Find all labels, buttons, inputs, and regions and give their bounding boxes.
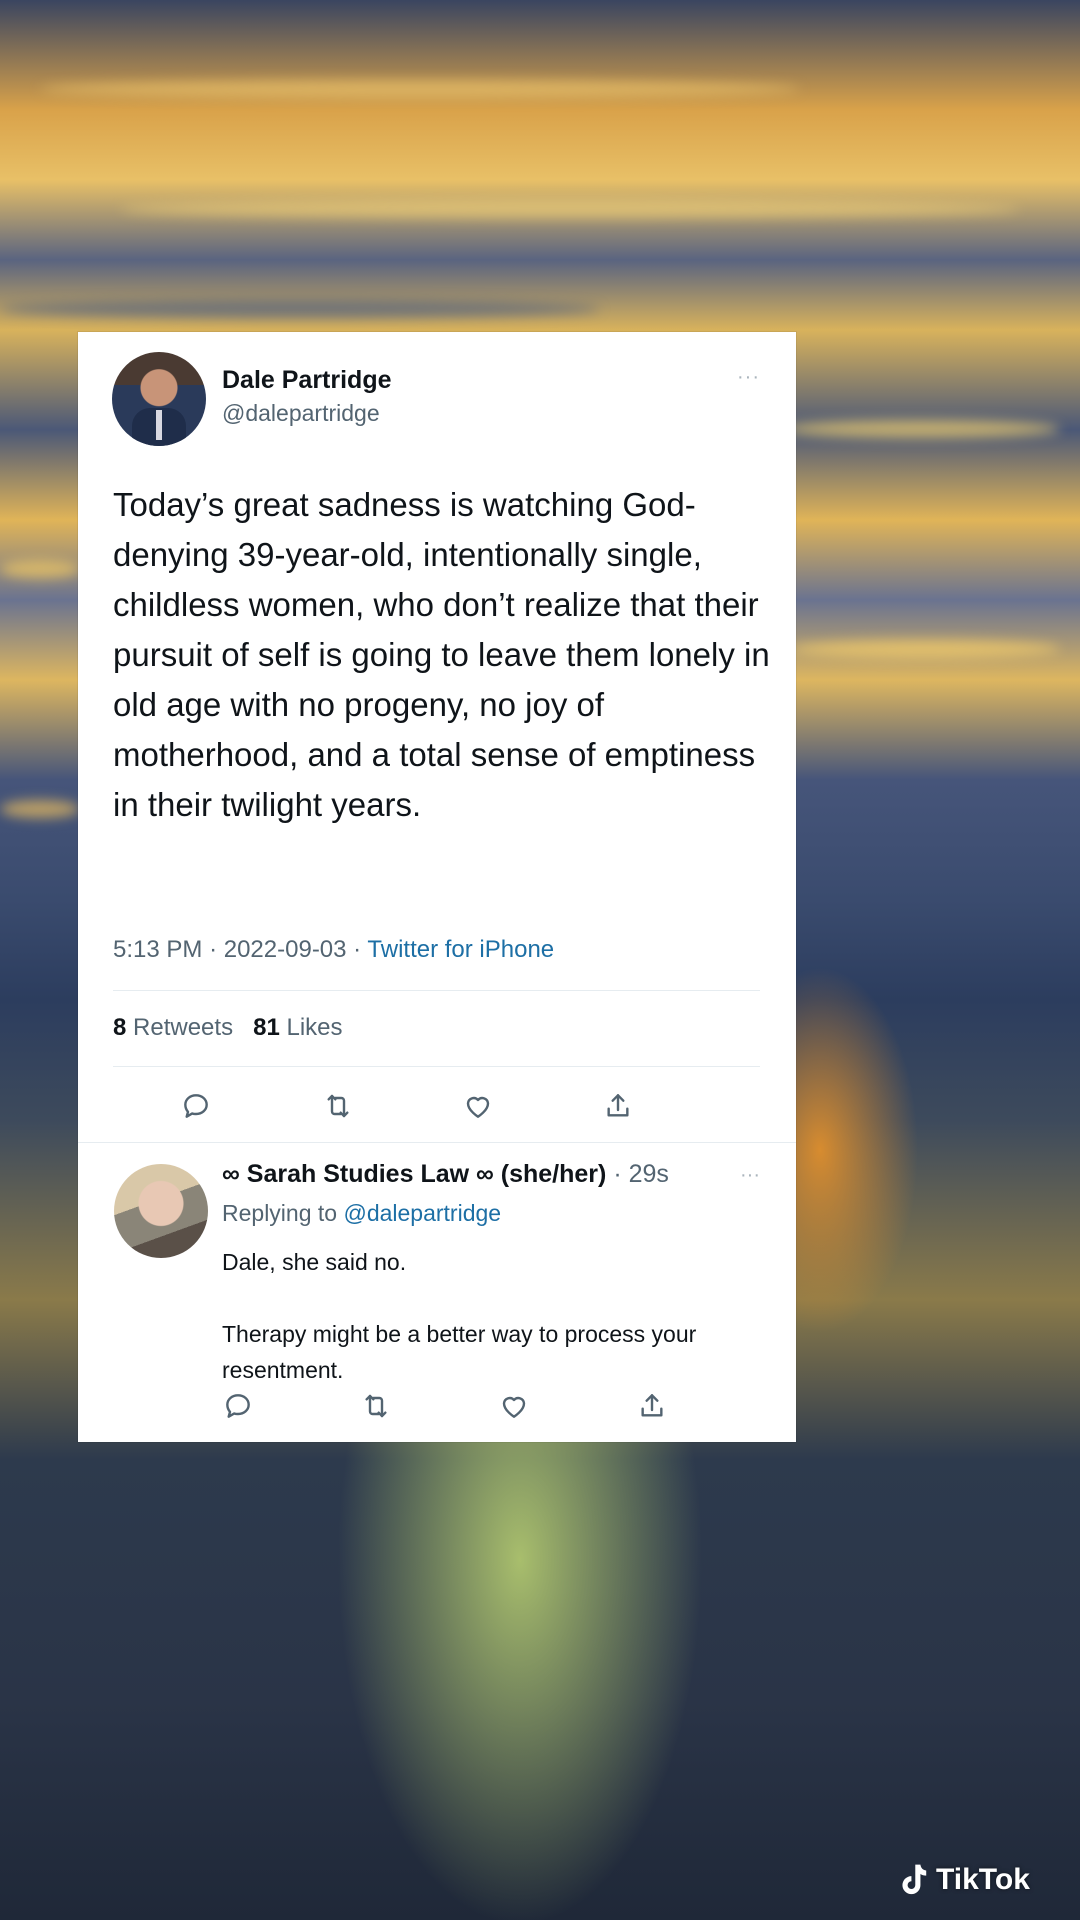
tiktok-label: TikTok	[936, 1863, 1030, 1896]
retweets-stat[interactable]: 8 Retweets	[113, 1014, 233, 1041]
reply-avatar[interactable]	[114, 1164, 208, 1258]
reply-more-options-icon[interactable]: ···	[740, 1164, 760, 1187]
divider	[78, 1142, 796, 1143]
retweet-icon	[365, 1394, 387, 1418]
tiktok-watermark: TikTok	[898, 1860, 1030, 1900]
replying-mention-link[interactable]: @dalepartridge	[343, 1200, 501, 1226]
share-icon	[641, 1394, 663, 1417]
reply-timestamp[interactable]: · 29s	[613, 1160, 669, 1188]
reply-text: Dale, she said no. Therapy might be a be…	[222, 1244, 762, 1424]
share-button[interactable]	[598, 1086, 638, 1126]
like-icon	[502, 1396, 526, 1418]
likes-count: 81	[253, 1014, 280, 1041]
tweet-text: Today’s great sadness is watching God-de…	[113, 486, 770, 823]
reply-share-button[interactable]	[632, 1386, 672, 1426]
more-options-icon[interactable]: ···	[737, 366, 760, 389]
like-icon	[466, 1096, 490, 1118]
reply-reply-button[interactable]	[218, 1386, 258, 1426]
reply-icon	[184, 1094, 208, 1118]
share-icon	[607, 1094, 629, 1117]
divider	[113, 1066, 760, 1067]
author-handle[interactable]: @dalepartridge	[222, 400, 380, 427]
retweet-button[interactable]	[318, 1086, 358, 1126]
tweet-date: 2022-09-03	[223, 936, 347, 963]
replying-prefix: Replying to	[222, 1200, 338, 1226]
tweet-source-link[interactable]: Twitter for iPhone	[367, 936, 554, 963]
avatar[interactable]	[112, 352, 206, 446]
reply-icon	[226, 1394, 250, 1418]
retweets-label: Retweets	[133, 1014, 234, 1041]
likes-stat[interactable]: 81 Likes	[253, 1014, 342, 1041]
reply-author-name[interactable]: ∞ Sarah Studies Law ∞ (she/her)	[222, 1160, 606, 1188]
like-button[interactable]	[458, 1086, 498, 1126]
reply-retweet-button[interactable]	[356, 1386, 396, 1426]
reply-author: ∞ Sarah Studies Law ∞ (she/her) · 29s	[222, 1160, 669, 1189]
likes-label: Likes	[286, 1014, 343, 1041]
reply-button[interactable]	[176, 1086, 216, 1126]
tweet-meta: 5:13 PM · 2022-09-03 · Twitter for iPhon…	[113, 936, 554, 964]
author-name[interactable]: Dale Partridge	[222, 366, 392, 395]
meta-separator: ·	[353, 936, 368, 963]
reply-like-button[interactable]	[494, 1386, 534, 1426]
tweet-card[interactable]: Dale Partridge @dalepartridge ··· Today’…	[78, 332, 796, 1442]
tweet-time: 5:13 PM	[113, 936, 203, 963]
divider	[113, 990, 760, 991]
reply-line-1: Dale, she said no.	[222, 1249, 407, 1275]
retweets-count: 8	[113, 1014, 127, 1041]
meta-separator: ·	[209, 936, 224, 963]
tweet-stats: 8 Retweets 81 Likes	[113, 1014, 343, 1042]
retweet-icon	[327, 1094, 349, 1118]
tiktok-logo-icon	[902, 1864, 927, 1895]
reply-line-2: Therapy might be a better way to process…	[222, 1321, 697, 1383]
replying-to: Replying to @dalepartridge	[222, 1200, 501, 1227]
